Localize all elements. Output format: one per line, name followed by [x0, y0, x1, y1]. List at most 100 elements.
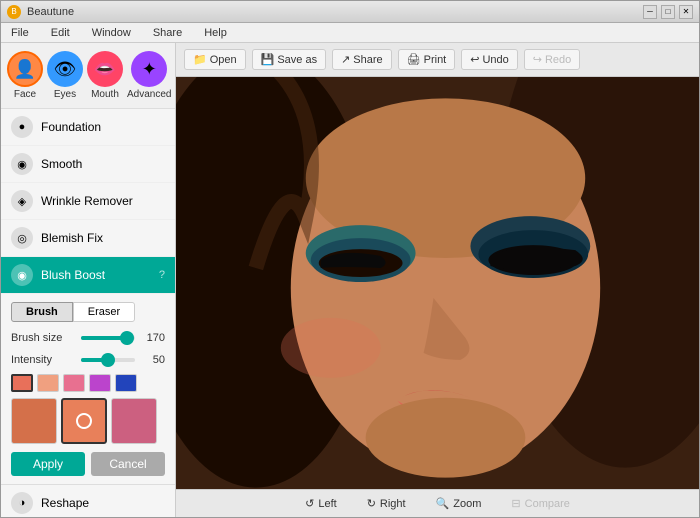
reshape-icon: ◑	[11, 492, 33, 514]
color-swatch-2[interactable]	[37, 374, 59, 392]
brush-size-row: Brush size 170	[11, 330, 165, 346]
share-icon: ↗	[341, 53, 350, 66]
blush-help-icon: ?	[159, 269, 165, 281]
blush-label: Blush Boost	[41, 268, 151, 282]
saveas-button[interactable]: 💾 Save as	[252, 49, 326, 70]
color-swatch-4[interactable]	[89, 374, 111, 392]
eraser-button[interactable]: Eraser	[73, 302, 135, 322]
sidebar-item-wrinkle-remover[interactable]: ◈ Wrinkle Remover	[1, 183, 175, 220]
brush-size-thumb[interactable]	[120, 331, 134, 345]
menu-window[interactable]: Window	[86, 25, 137, 41]
cancel-button[interactable]: Cancel	[91, 452, 165, 476]
app-window: B Beautune ─ □ ✕ File Edit Window Share …	[0, 0, 700, 518]
brush-eraser-toggle: Brush Eraser	[11, 302, 165, 322]
app-icon: B	[7, 5, 21, 19]
intensity-thumb[interactable]	[101, 353, 115, 367]
color-swatch-1[interactable]	[11, 374, 33, 392]
minimize-button[interactable]: ─	[643, 5, 657, 19]
intensity-row: Intensity 50	[11, 352, 165, 368]
large-swatch-1[interactable]	[11, 398, 57, 444]
status-zoom[interactable]: 🔍 Zoom	[436, 497, 482, 510]
menu-file[interactable]: File	[5, 25, 35, 41]
right-icon: ↻	[367, 497, 376, 510]
menu-bar: File Edit Window Share Help	[1, 23, 699, 43]
face-tab-label: Face	[14, 89, 36, 100]
saveas-label: Save as	[277, 54, 317, 66]
left-label: Left	[318, 498, 336, 510]
apply-button[interactable]: Apply	[11, 452, 85, 476]
menu-help[interactable]: Help	[198, 25, 233, 41]
brush-size-track	[81, 336, 135, 340]
sidebar-item-blemish-fix[interactable]: ◎ Blemish Fix	[1, 220, 175, 257]
large-swatch-2[interactable]	[61, 398, 107, 444]
wrinkle-label: Wrinkle Remover	[41, 194, 165, 208]
content-area: 📁 Open 💾 Save as ↗ Share 🖨 Print ↩	[176, 43, 699, 517]
status-bar: ↺ Left ↻ Right 🔍 Zoom ⊟ Compare	[176, 489, 699, 517]
left-icon: ↺	[305, 497, 314, 510]
portrait-svg	[176, 77, 699, 489]
main-content: 👤 Face 👁 Eyes 👄 Mouth ✦ Advanced ●	[1, 43, 699, 517]
title-bar: B Beautune ─ □ ✕	[1, 1, 699, 23]
print-icon: 🖨	[407, 53, 421, 66]
redo-icon: ↪	[533, 53, 542, 66]
blush-icon: ◉	[11, 264, 33, 286]
image-area	[176, 77, 699, 489]
app-title: Beautune	[27, 6, 74, 18]
undo-label: Undo	[482, 54, 508, 66]
tab-advanced[interactable]: ✦ Advanced	[125, 49, 173, 102]
sidebar-item-reshape[interactable]: ◑ Reshape	[1, 485, 175, 517]
print-button[interactable]: 🖨 Print	[398, 49, 456, 70]
share-button[interactable]: ↗ Share	[332, 49, 392, 70]
open-button[interactable]: 📁 Open	[184, 49, 246, 70]
action-buttons: Apply Cancel	[11, 452, 165, 476]
menu-share[interactable]: Share	[147, 25, 188, 41]
toolbar: 📁 Open 💾 Save as ↗ Share 🖨 Print ↩	[176, 43, 699, 77]
tab-mouth[interactable]: 👄 Mouth	[85, 49, 125, 102]
open-label: Open	[210, 54, 237, 66]
undo-icon: ↩	[470, 53, 479, 66]
wrinkle-icon: ◈	[11, 190, 33, 212]
window-controls: ─ □ ✕	[643, 5, 693, 19]
intensity-slider[interactable]	[81, 352, 135, 368]
redo-button[interactable]: ↪ Redo	[524, 49, 581, 70]
compare-label: Compare	[525, 498, 570, 510]
blemish-icon: ◎	[11, 227, 33, 249]
zoom-label: Zoom	[453, 498, 481, 510]
eyes-tab-icon: 👁	[47, 51, 83, 87]
compare-icon: ⊟	[511, 497, 520, 510]
small-color-swatches	[11, 374, 165, 392]
tab-face[interactable]: 👤 Face	[5, 49, 45, 102]
large-swatch-3[interactable]	[111, 398, 157, 444]
open-icon: 📁	[193, 53, 207, 66]
print-label: Print	[424, 54, 447, 66]
eyes-tab-label: Eyes	[54, 89, 76, 100]
intensity-value: 50	[135, 354, 165, 366]
smooth-icon: ◉	[11, 153, 33, 175]
brush-button[interactable]: Brush	[11, 302, 73, 322]
color-swatch-5[interactable]	[115, 374, 137, 392]
face-tabs: 👤 Face 👁 Eyes 👄 Mouth ✦ Advanced	[1, 43, 175, 109]
status-right[interactable]: ↻ Right	[367, 497, 406, 510]
sidebar-item-blush-boost[interactable]: ◉ Blush Boost ?	[1, 257, 175, 294]
sidebar-item-foundation[interactable]: ● Foundation	[1, 109, 175, 146]
blush-panel: Brush Eraser Brush size 170	[1, 294, 175, 485]
brush-size-slider[interactable]	[81, 330, 135, 346]
tab-eyes[interactable]: 👁 Eyes	[45, 49, 85, 102]
maximize-button[interactable]: □	[661, 5, 675, 19]
brush-size-label: Brush size	[11, 332, 81, 344]
menu-edit[interactable]: Edit	[45, 25, 76, 41]
sidebar-item-smooth[interactable]: ◉ Smooth	[1, 146, 175, 183]
face-portrait	[176, 77, 699, 489]
intensity-track	[81, 358, 135, 362]
color-swatch-3[interactable]	[63, 374, 85, 392]
foundation-icon: ●	[11, 116, 33, 138]
right-label: Right	[380, 498, 406, 510]
close-button[interactable]: ✕	[679, 5, 693, 19]
undo-button[interactable]: ↩ Undo	[461, 49, 518, 70]
intensity-label: Intensity	[11, 354, 81, 366]
face-tab-icon: 👤	[7, 51, 43, 87]
reshape-label: Reshape	[41, 496, 165, 510]
status-left[interactable]: ↺ Left	[305, 497, 337, 510]
save-icon: 💾	[261, 53, 275, 66]
large-color-swatches	[11, 398, 165, 444]
